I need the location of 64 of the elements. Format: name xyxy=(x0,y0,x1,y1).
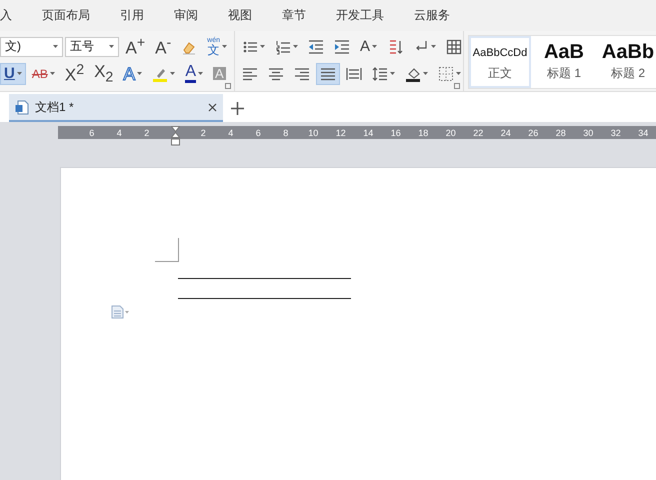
menu-item[interactable]: 视图 xyxy=(228,7,252,24)
sort-icon xyxy=(387,38,404,54)
ruler-number: 12 xyxy=(334,128,347,138)
ruler-number: 4 xyxy=(116,128,123,138)
menu-item[interactable]: 章节 xyxy=(282,7,306,24)
table-icon xyxy=(446,38,462,54)
menu-item[interactable]: 云服务 xyxy=(414,7,450,24)
style-gallery-item[interactable]: AaBbCcDd 正文 xyxy=(469,36,531,88)
ruler-number: 34 xyxy=(637,128,650,138)
grow-font-button[interactable]: A$^{+}$ xyxy=(121,36,150,58)
menu-item[interactable]: 审阅 xyxy=(174,7,198,24)
justify-button[interactable] xyxy=(316,62,340,84)
border-icon xyxy=(438,66,454,82)
menu-item[interactable]: 页面布局 xyxy=(42,7,90,24)
dialog-launcher-icon[interactable] xyxy=(225,83,231,89)
ruler-number: 8 xyxy=(282,128,290,138)
ruler-number: 6 xyxy=(88,128,96,138)
decrease-indent-icon xyxy=(308,38,324,54)
shrink-font-button[interactable]: A$^{-}$ xyxy=(151,36,176,58)
font-color-button[interactable]: A xyxy=(181,62,207,84)
justify-icon xyxy=(320,66,336,82)
ruler-number: 10 xyxy=(307,128,320,138)
ruler-number: 14 xyxy=(362,128,374,138)
align-right-icon xyxy=(294,66,310,82)
font-field[interactable]: 文) xyxy=(0,36,64,56)
ruler-number: 30 xyxy=(582,128,594,138)
ruler-number: 26 xyxy=(527,128,540,138)
superscript-button[interactable]: X$^{2}$ xyxy=(60,62,88,84)
distributed-align-icon xyxy=(346,66,362,82)
dialog-launcher-icon[interactable] xyxy=(454,83,460,89)
ruler-number: 32 xyxy=(610,128,622,138)
ruler-number: 6 xyxy=(254,128,262,138)
increase-indent-icon xyxy=(334,38,350,54)
menu-item[interactable]: 开发工具 xyxy=(336,7,384,24)
ruler-number: 4 xyxy=(227,128,234,138)
caret-icon xyxy=(53,45,58,48)
close-icon[interactable] xyxy=(208,102,217,112)
menu-item[interactable]: 入 xyxy=(0,7,12,24)
subscript-button[interactable]: X$_{2}$ xyxy=(90,62,118,84)
align-left-icon xyxy=(242,66,258,82)
underline-button[interactable]: U xyxy=(0,62,26,84)
document-icon xyxy=(15,100,29,114)
indent-marker-icon[interactable] xyxy=(170,126,180,146)
menu-item[interactable]: 引用 xyxy=(120,7,144,24)
margin-corner-mark xyxy=(155,238,179,262)
ruler-number: 20 xyxy=(444,128,457,138)
caret-icon xyxy=(109,45,114,48)
line-spacing-icon xyxy=(372,66,388,82)
font-field[interactable]: 五号 xyxy=(65,36,120,56)
bullet-list-icon xyxy=(242,38,258,54)
numbered-list-icon xyxy=(275,38,291,54)
strikethrough-button[interactable]: AB xyxy=(28,62,59,84)
ruler-number: 2 xyxy=(143,128,150,138)
ruler-number: 22 xyxy=(472,128,484,138)
ruler-number: 2 xyxy=(200,128,207,138)
ruler-number: 24 xyxy=(500,128,512,138)
paint-bucket-icon xyxy=(405,66,421,82)
new-tab-icon[interactable] xyxy=(231,102,244,114)
character-scale-button[interactable]: A xyxy=(356,36,382,58)
ruler-number: 18 xyxy=(417,128,430,138)
align-center-icon xyxy=(268,66,284,82)
ruler-number: 16 xyxy=(390,128,402,138)
document-tab[interactable]: 文档1 * xyxy=(9,94,223,122)
ruler-number: 28 xyxy=(554,128,567,138)
